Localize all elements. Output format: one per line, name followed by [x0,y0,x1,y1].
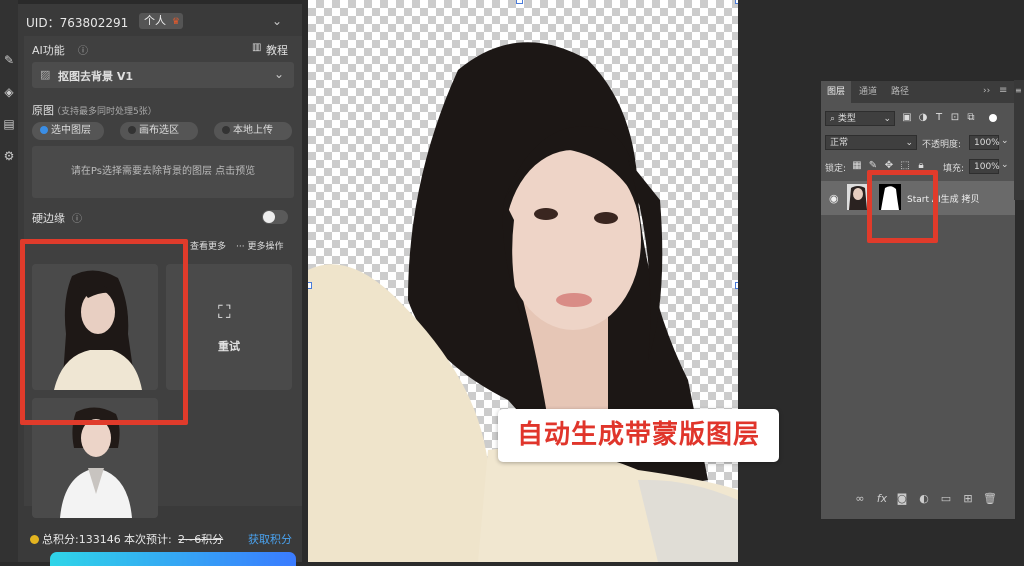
document-icon[interactable]: ▤ [1,116,17,132]
source-label: 原图 [32,104,54,117]
account-badge[interactable]: 个人 ♛ [139,13,183,29]
layers-tabs: 图层 通道 路径 ›› ≡ [821,81,1015,103]
layers-footer: ∞ fx ◙ ◐ ▭ ⊞ 🗑︎ [821,487,1015,511]
highlight-result-box [20,239,188,425]
pasteboard [738,0,820,562]
book-icon[interactable]: ▥ [252,42,261,53]
transform-handle[interactable] [308,282,312,289]
opacity-field[interactable]: 100% [969,135,1000,150]
function-select[interactable]: ▨ 抠图去背景 V1 ⌄ [32,62,294,88]
panel-dock-strip: ≡ [1014,80,1024,200]
link-icon[interactable]: ∞ [853,492,867,505]
fill-field[interactable]: 100% [969,159,1000,174]
hard-edge-label: 硬边缘 [32,212,65,225]
layer-filter-select[interactable]: ⌕ 类型 ⌄ [825,111,895,126]
adjustment-filter-icon[interactable]: ◑ [917,112,929,123]
source-option-label: 本地上传 [233,125,273,136]
source-hint: （支持最多同时处理5张） [52,107,157,117]
ps-toolbar: ✎ ◈ ▤ ⚙ [0,0,19,562]
lock-label: 锁定: [825,164,847,174]
fx-icon[interactable]: fx [875,492,889,505]
toggle-knob [263,211,275,223]
hard-edge-toggle[interactable] [262,210,288,224]
chevron-down-icon: ⌄ [905,138,913,148]
source-option-layer[interactable]: 选中图层 [32,122,104,140]
new-layer-icon[interactable]: ⊞ [961,492,975,505]
info-icon[interactable]: ⓘ [78,42,88,57]
chevron-down-icon[interactable]: ⌄ [272,14,282,28]
radio-checked-icon [40,126,48,134]
layers-panel: 图层 通道 路径 ›› ≡ ⌕ 类型 ⌄ ▣ ◑ T ⊡ ⧉ 正常 ⌄ 不透明度… [820,80,1016,520]
shape-filter-icon[interactable]: ⊡ [949,112,961,123]
credits-row: 总积分:133146 本次预计: 2~6积分 获取积分 [24,528,302,548]
source-option-upload[interactable]: 本地上传 [214,122,292,140]
estimate-value: 2~6积分 [178,533,224,546]
smart-object-filter-icon[interactable]: ⧉ [965,112,977,123]
mask-icon[interactable]: ◙ [895,492,909,505]
layer-thumbnail [847,184,869,210]
callout-label: 自动生成带蒙版图层 [498,409,779,462]
panel-collapse-icon[interactable]: ›› [983,86,990,96]
fill-label: 填充: [943,164,965,174]
chevron-down-icon[interactable]: ⌄ [1001,160,1009,170]
source-option-selection[interactable]: 画布选区 [120,122,198,140]
opacity-label: 不透明度: [922,140,962,150]
info-icon[interactable]: ⓘ [72,210,82,225]
cutout-portrait-image [308,42,738,562]
chevron-down-icon[interactable]: ⌄ [1001,136,1009,146]
tab-layers[interactable]: 图层 [821,81,852,103]
transform-handle[interactable] [516,0,523,4]
chevron-down-icon: ⌄ [883,114,891,124]
selected-function: 抠图去背景 V1 [58,70,133,83]
retry-label: 重试 [218,340,240,353]
adjustment-icon[interactable]: ◐ [917,492,931,505]
get-credits-link[interactable]: 获取积分 [248,531,292,547]
tutorial-link[interactable]: 教程 [266,42,288,58]
blend-mode-select[interactable]: 正常 ⌄ [825,135,917,150]
brush-icon[interactable]: ✎ [1,52,17,68]
account-badge-label: 个人 [144,14,166,27]
filter-kind-label: 类型 [837,114,856,124]
radio-icon [222,126,230,134]
ai-function-label: AI功能 [32,44,65,57]
crown-icon: ♛ [171,17,180,27]
trash-icon[interactable]: 🗑︎ [983,492,997,505]
search-icon: ⌕ [830,114,838,124]
total-credits: 总积分:133146 [30,531,121,547]
panel-menu-icon[interactable]: ≡ [999,85,1007,96]
highlight-mask-box [867,170,938,243]
lock-transparent-icon[interactable]: ▦ [851,160,863,171]
coin-icon [30,535,39,544]
uid-text: UID：763802291 [26,16,129,30]
tab-paths[interactable]: 路径 [885,81,915,103]
gear-icon[interactable]: ⚙ [1,148,17,164]
type-filter-icon[interactable]: T [933,112,945,123]
chevron-down-icon: ⌄ [274,67,285,81]
account-row[interactable]: UID：763802291 个人 ♛ ⌄ [18,6,302,36]
layers-icon[interactable]: ◈ [1,84,17,100]
more-ops-link[interactable]: ··· 更多操作 [236,239,283,252]
panel-title-strip [18,0,302,4]
radio-icon [128,126,136,134]
view-more-link[interactable]: 查看更多 [190,239,226,252]
total-credits-text: 总积分:133146 [42,533,121,546]
ps-canvas[interactable] [308,0,738,562]
blend-mode-label: 正常 [830,138,849,148]
image-error-icon: ⛶ [218,302,231,323]
eye-icon[interactable]: ◉ [829,192,839,205]
start-button[interactable] [50,552,296,566]
source-option-label: 选中图层 [51,125,91,136]
filter-toggle[interactable] [989,114,997,122]
panel-menu-icon[interactable]: ≡ [1015,86,1022,95]
folder-icon[interactable]: ▭ [939,492,953,505]
preview-hint[interactable]: 请在Ps选择需要去除背景的图层 点击预览 [32,146,294,198]
tab-channels[interactable]: 通道 [853,81,883,103]
image-filter-icon[interactable]: ▣ [901,112,913,123]
estimate-label: 本次预计: [124,533,172,546]
pattern-icon: ▨ [40,68,51,81]
source-option-label: 画布选区 [139,125,179,136]
